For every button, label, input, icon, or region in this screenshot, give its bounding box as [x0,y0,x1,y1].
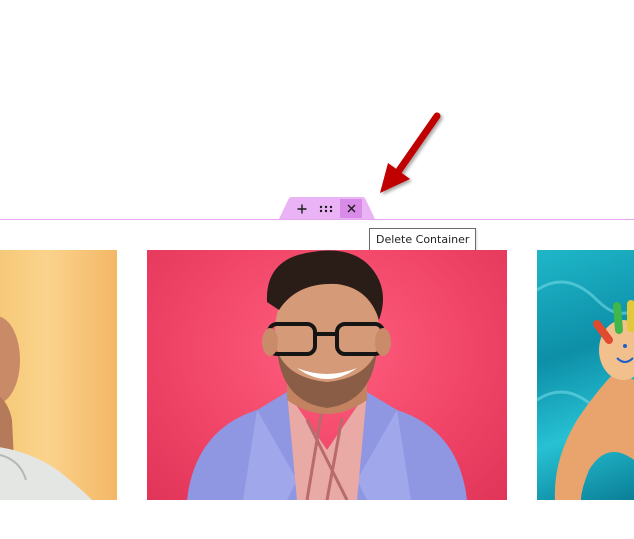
portrait-right-illustration [537,280,634,500]
container-border [0,219,634,220]
container-handle [279,197,375,219]
delete-container-tooltip: Delete Container [369,228,477,252]
add-container-button[interactable] [291,199,313,218]
portrait-painted-hand-pool-background [537,250,634,500]
portrait-left-illustration [0,316,92,500]
delete-container-button[interactable] [340,199,362,218]
close-icon [347,204,355,213]
move-container-button[interactable] [315,199,337,218]
portrait-center-illustration [187,250,467,500]
portrait-left-yellow-background [0,250,117,500]
annotation-arrow-icon [380,112,441,193]
page-canvas: Delete Container [0,0,634,539]
portrait-smiling-man-glasses-pink-background [147,250,507,500]
plus-icon [297,204,307,213]
drag-handle-icon [319,205,333,212]
